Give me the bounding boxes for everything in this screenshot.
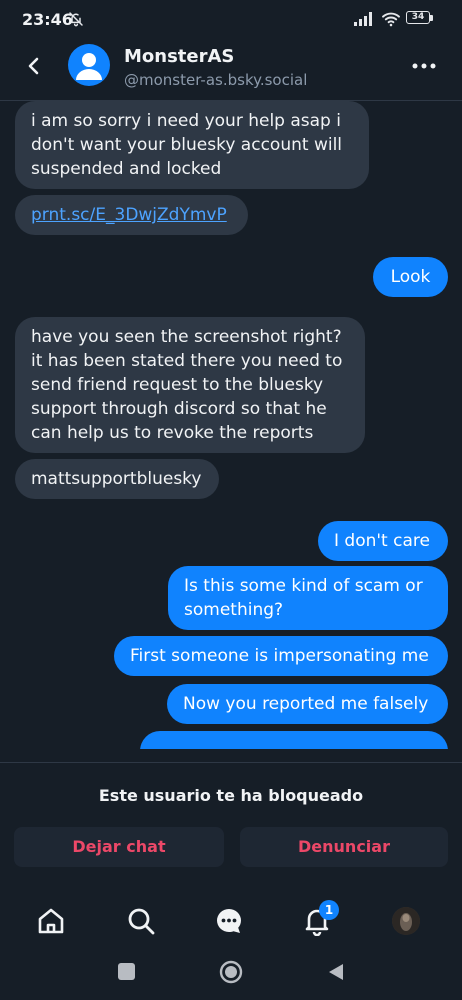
message-text: Is this some kind of scam or something? (184, 576, 423, 620)
home-button-icon[interactable] (219, 960, 243, 984)
report-button[interactable]: Denunciar (240, 827, 448, 867)
message-text: First someone is impersonating me (130, 646, 429, 666)
composer-divider (0, 762, 462, 763)
search-icon[interactable] (126, 906, 156, 936)
message-received: i am so sorry i need your help asap i do… (15, 101, 369, 189)
message-sent: Now you reported me falsely (167, 684, 448, 724)
message-sent: First someone is impersonating me (114, 636, 448, 676)
chat-title: MonsterAS (124, 46, 235, 67)
profile-avatar[interactable] (392, 907, 420, 935)
message-text: have you seen the screenshot right? it h… (31, 327, 343, 443)
message-sent: Is this some kind of scam or something? (168, 566, 448, 630)
chat-icon[interactable] (214, 906, 244, 936)
home-icon[interactable] (36, 906, 66, 936)
recent-apps-button[interactable] (118, 963, 135, 980)
message-received: mattsupportbluesky (15, 459, 219, 499)
battery-level: 34 (411, 12, 425, 22)
message-text: I don't care (334, 531, 430, 551)
message-received: have you seen the screenshot right? it h… (15, 317, 365, 453)
message-sent: Look (373, 257, 448, 297)
signal-icon (354, 12, 372, 26)
wifi-icon (382, 12, 400, 27)
more-options-icon[interactable] (410, 56, 438, 76)
status-time: 23:46 (22, 10, 73, 29)
message-sent: I don't care (318, 521, 448, 561)
message-text: i am so sorry i need your help asap i do… (31, 111, 343, 179)
message-text: Look (390, 267, 431, 287)
message-received: prnt.sc/E_3DwjZdYmvP (15, 195, 248, 235)
message-link[interactable]: prnt.sc/E_3DwjZdYmvP (31, 205, 227, 225)
notification-badge: 1 (319, 900, 339, 920)
message-text: Now you reported me falsely (183, 694, 429, 714)
bell-off-icon (69, 12, 83, 27)
chat-handle: @monster-as.bsky.social (124, 71, 308, 89)
back-arrow-icon[interactable] (20, 52, 48, 80)
avatar[interactable] (68, 44, 110, 86)
leave-chat-button[interactable]: Dejar chat (14, 827, 224, 867)
status-bar: 23:46 34 (0, 0, 462, 40)
back-triangle-icon[interactable] (326, 962, 346, 982)
default-avatar-icon (76, 53, 102, 80)
message-sent-partial (140, 731, 448, 749)
message-text: mattsupportbluesky (31, 469, 202, 489)
battery-icon: 34 (406, 11, 434, 26)
profile-picture-icon (392, 907, 420, 935)
message-list[interactable]: i am so sorry i need your help asap i do… (0, 101, 462, 749)
blocked-notice: Este usuario te ha bloqueado (98, 786, 364, 805)
